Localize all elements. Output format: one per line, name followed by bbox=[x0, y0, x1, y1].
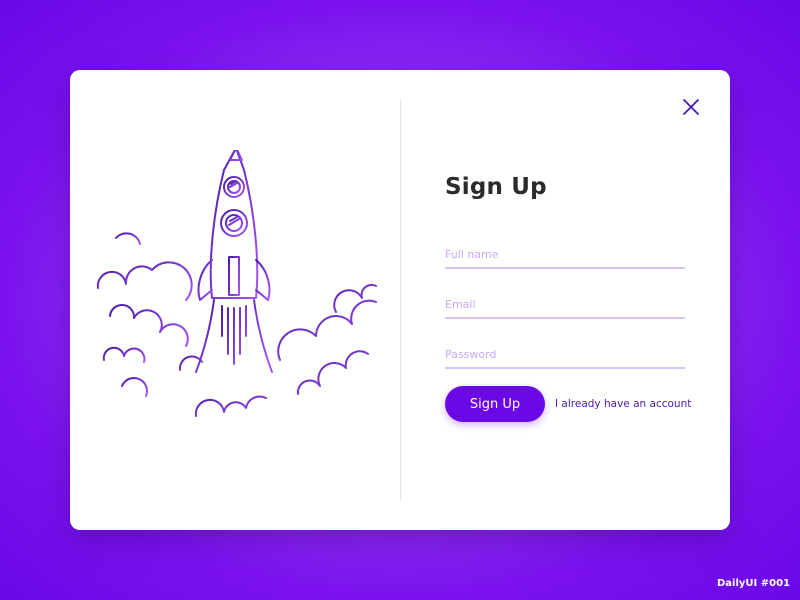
rocket-illustration bbox=[96, 150, 377, 417]
cloud-left-2 bbox=[115, 232, 141, 245]
credit-label: DailyUI #001 bbox=[717, 578, 790, 589]
full-name-field[interactable] bbox=[445, 241, 685, 269]
close-icon[interactable] bbox=[682, 98, 700, 116]
cloud-left-4 bbox=[102, 346, 146, 363]
cloud-left-5 bbox=[121, 377, 148, 397]
cloud-bottom bbox=[194, 395, 267, 417]
page-title: Sign Up bbox=[445, 174, 547, 200]
rocket-tip bbox=[229, 150, 243, 161]
cloud-right-3 bbox=[296, 350, 369, 395]
login-link[interactable]: I already have an account bbox=[555, 398, 691, 410]
email-field[interactable] bbox=[445, 291, 685, 319]
password-field[interactable] bbox=[445, 341, 685, 369]
sign-up-button[interactable]: Sign Up bbox=[445, 386, 545, 422]
cloud-left-1 bbox=[96, 261, 193, 301]
divider bbox=[400, 100, 401, 500]
cloud-left-3 bbox=[109, 304, 189, 347]
signup-card: Sign Up Sign Up I already have an accoun… bbox=[70, 70, 730, 530]
